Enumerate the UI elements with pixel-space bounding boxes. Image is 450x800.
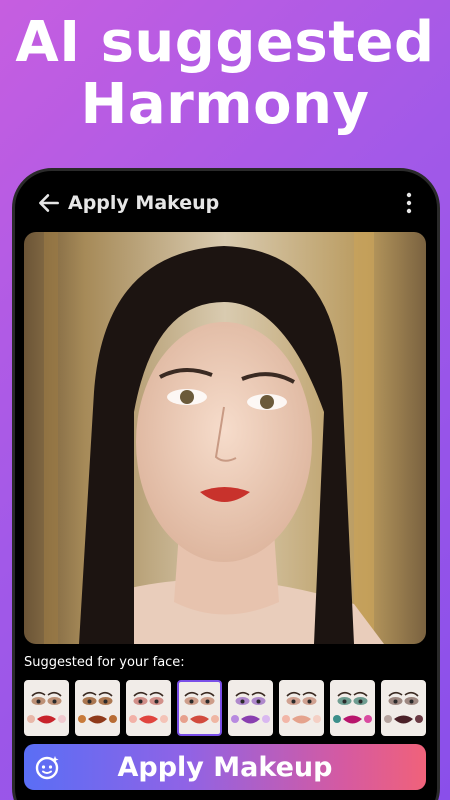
makeup-style-option[interactable] xyxy=(24,680,69,736)
suggested-label: Suggested for your face: xyxy=(24,655,185,670)
face-sparkle-icon xyxy=(35,756,59,780)
apply-makeup-label: Apply Makeup xyxy=(117,751,333,783)
makeup-style-option[interactable] xyxy=(279,680,324,736)
headline-line-1: AI suggested xyxy=(15,10,435,75)
more-vertical-icon[interactable] xyxy=(404,191,414,215)
top-app-bar: Apply Makeup xyxy=(22,187,422,219)
portrait-image xyxy=(24,232,426,644)
makeup-style-option[interactable] xyxy=(330,680,375,736)
makeup-preview-icon xyxy=(180,691,219,724)
makeup-preview-icon xyxy=(384,691,423,724)
makeup-preview-icon xyxy=(129,691,168,724)
apply-makeup-button[interactable]: Apply Makeup xyxy=(24,744,426,790)
makeup-style-option[interactable] xyxy=(228,680,273,736)
face-photo xyxy=(24,232,426,644)
makeup-style-list xyxy=(24,680,426,736)
page-title: Apply Makeup xyxy=(68,192,220,214)
makeup-preview-icon xyxy=(333,691,372,724)
headline-line-2: Harmony xyxy=(80,72,370,137)
makeup-style-option[interactable] xyxy=(126,680,171,736)
makeup-style-option[interactable] xyxy=(381,680,426,736)
makeup-preview-icon xyxy=(231,691,270,724)
makeup-preview-icon xyxy=(78,691,117,724)
promo-headline: AI suggested Harmony xyxy=(0,12,450,136)
makeup-preview-icon xyxy=(282,691,321,724)
arrow-left-icon[interactable] xyxy=(36,190,62,216)
makeup-style-option[interactable] xyxy=(75,680,120,736)
makeup-preview-icon xyxy=(27,691,66,724)
makeup-style-option[interactable] xyxy=(177,680,222,736)
